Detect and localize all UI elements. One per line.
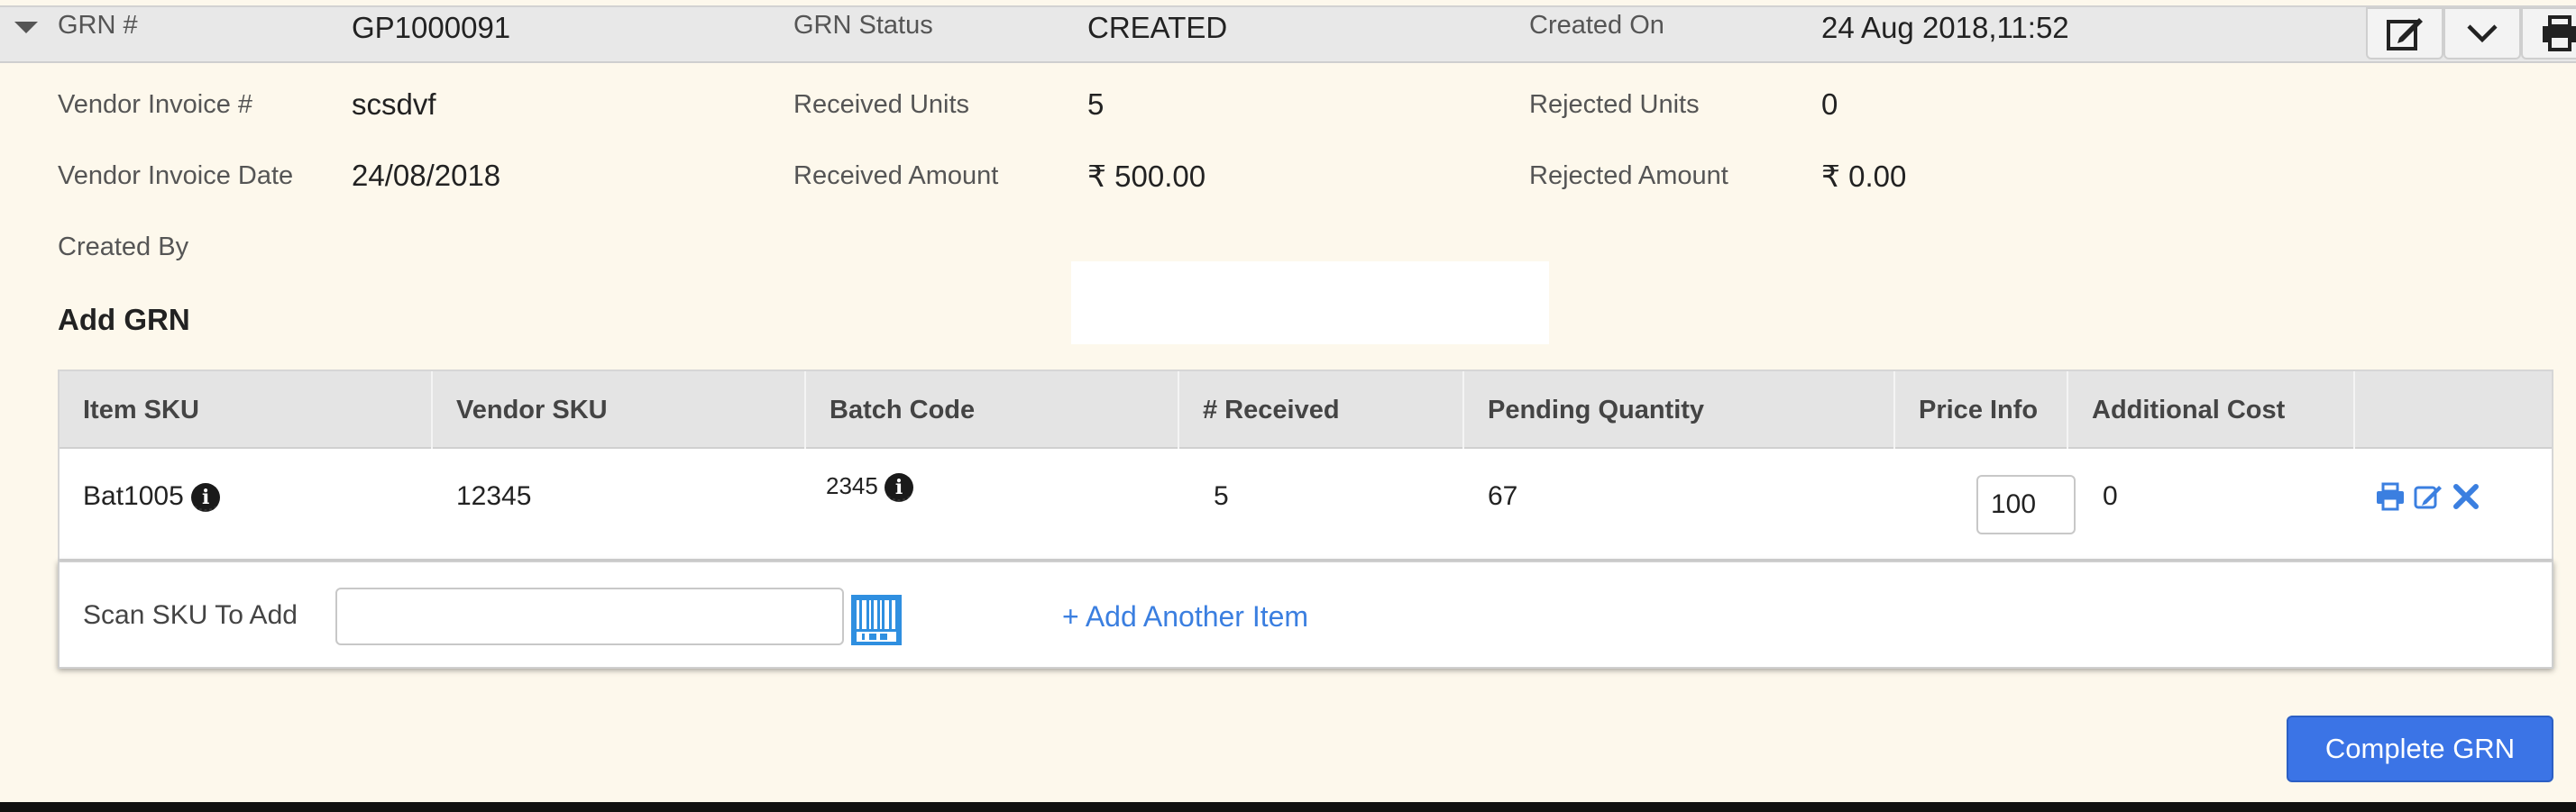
redacted-area [1071,261,1549,344]
close-icon[interactable] [2451,481,2481,512]
received-units-value: 5 [1087,87,1105,121]
received-cell: 5 [1214,481,1229,511]
column-header-price-info: Price Info [1895,371,2068,449]
created-on-value: 24 Aug 2018,11:52 [1821,11,2069,44]
item-sku-value: Bat1005 [83,481,184,511]
complete-grn-button[interactable]: Complete GRN [2287,716,2553,782]
vendor-invoice-date-label: Vendor Invoice Date [58,161,294,190]
additional-cost-cell: 0 [2103,481,2118,511]
vendor-invoice-label: Vendor Invoice # [58,90,253,119]
column-header-pending-quantity: Pending Quantity [1464,371,1895,449]
caret-down-icon[interactable] [14,22,38,33]
grn-number-label: GRN # [58,11,138,40]
rejected-amount-label: Rejected Amount [1529,161,1728,190]
column-header-additional-cost: Additional Cost [2068,371,2355,449]
rejected-units-value: 0 [1821,87,1838,121]
print-icon [2543,15,2576,51]
grn-number-value: GP1000091 [352,11,511,44]
vendor-invoice-value: scsdvf [352,87,436,121]
scan-sku-label: Scan SKU To Add [83,600,298,630]
barcode-icon[interactable] [851,595,902,645]
column-header-item-sku: Item SKU [60,371,433,449]
created-on-label: Created On [1529,11,1664,40]
column-header-received: # Received [1179,371,1464,449]
add-another-item-link[interactable]: + Add Another Item [1062,600,1308,634]
rejected-units-label: Rejected Units [1529,90,1700,119]
created-by-label: Created By [58,233,189,261]
received-units-label: Received Units [793,90,970,119]
received-amount-label: Received Amount [793,161,999,190]
print-icon[interactable] [2375,481,2406,512]
batch-code-value: 2345 [826,472,878,499]
pending-quantity-cell: 67 [1488,481,1518,511]
received-amount-value: ₹ 500.00 [1087,160,1206,193]
vendor-invoice-date-value: 24/08/2018 [352,159,501,192]
edit-grn-button[interactable] [2366,7,2443,59]
edit-icon[interactable] [2413,481,2443,512]
grn-header-bar: GRN # GP1000091 GRN Status CREATED Creat… [0,5,2576,63]
batch-code-cell: 2345 i [826,472,914,503]
table-header: Item SKU Vendor SKU Batch Code # Receive… [60,371,2552,449]
add-grn-title: Add GRN [58,303,190,336]
scan-sku-bar: Scan SKU To Add + Add Another Item [58,561,2553,669]
column-header-vendor-sku: Vendor SKU [433,371,806,449]
scan-sku-input[interactable] [335,588,844,645]
column-header-actions [2355,371,2553,449]
grn-status-label: GRN Status [793,11,933,40]
item-sku-cell: Bat1005 i [83,481,221,513]
rejected-amount-value: ₹ 0.00 [1821,160,1907,193]
print-grn-button[interactable] [2521,7,2576,59]
column-header-batch-code: Batch Code [806,371,1179,449]
grn-page: GRN # GP1000091 GRN Status CREATED Creat… [0,0,2576,802]
edit-icon [2387,18,2423,50]
expand-button[interactable] [2443,7,2521,59]
info-icon[interactable]: i [885,473,914,503]
grn-items-table: Item SKU Vendor SKU Batch Code # Receive… [58,370,2553,561]
grn-status-value: CREATED [1087,11,1228,44]
chevron-down-icon [2467,24,2498,43]
vendor-sku-cell: 12345 [456,481,532,511]
price-info-input[interactable] [1976,475,2076,534]
info-icon[interactable]: i [191,483,221,513]
